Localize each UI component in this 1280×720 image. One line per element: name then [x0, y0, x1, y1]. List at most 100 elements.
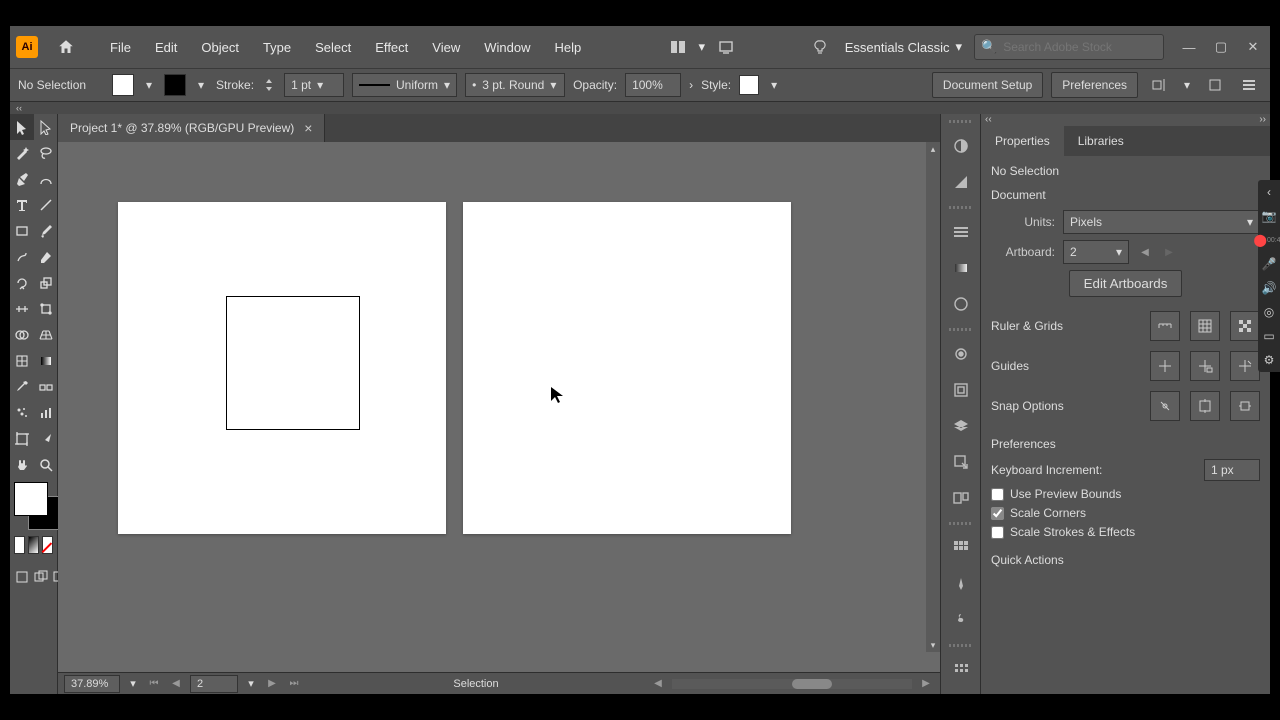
close-tab-icon[interactable]: × — [304, 120, 312, 136]
transparency-panel-icon[interactable] — [947, 290, 975, 318]
prev-artboard-icon[interactable]: ◀ — [168, 676, 184, 692]
units-select[interactable]: Pixels▾ — [1063, 210, 1260, 234]
appearance-panel-icon[interactable] — [947, 340, 975, 368]
collapse-control-bar[interactable]: ‹‹ — [10, 102, 1270, 114]
horizontal-scrollbar[interactable] — [672, 679, 912, 689]
list-icon[interactable] — [1236, 72, 1262, 98]
search-input[interactable] — [1003, 40, 1158, 54]
edit-artboards-button[interactable]: Edit Artboards — [1069, 270, 1183, 297]
lasso-tool[interactable] — [34, 140, 58, 166]
window-icon[interactable]: ▭ — [1258, 324, 1280, 348]
rectangle-shape[interactable] — [226, 296, 360, 430]
search-stock[interactable]: 🔍 — [974, 34, 1164, 60]
brushes-panel-icon[interactable] — [947, 570, 975, 598]
vertical-scrollbar[interactable]: ▴ ▾ — [926, 142, 940, 652]
ruler-toggle-icon[interactable] — [1150, 311, 1180, 341]
line-tool[interactable] — [34, 192, 58, 218]
grid-toggle-icon[interactable] — [1190, 311, 1220, 341]
artboard-nav-dropdown[interactable]: ▾ — [244, 673, 258, 695]
canvas[interactable]: ▴ ▾ — [58, 142, 940, 672]
document-tab[interactable]: Project 1* @ 37.89% (RGB/GPU Preview) × — [58, 114, 325, 142]
draw-normal-icon[interactable] — [14, 564, 30, 590]
curvature-tool[interactable] — [34, 166, 58, 192]
artboard-tool[interactable] — [10, 426, 34, 452]
align-to-icon[interactable] — [1146, 72, 1172, 98]
preferences-button[interactable]: Preferences — [1051, 72, 1138, 98]
gpu-preview-icon[interactable] — [713, 34, 739, 60]
hand-tool[interactable] — [10, 452, 34, 478]
snap-pixel-icon[interactable] — [1230, 391, 1260, 421]
target-icon[interactable]: ◎ — [1258, 300, 1280, 324]
transparency-grid-icon[interactable] — [1230, 311, 1260, 341]
width-tool[interactable] — [10, 296, 34, 322]
stroke-stepper[interactable] — [262, 74, 276, 96]
panel-collapse-left-icon[interactable]: ‹‹ — [985, 114, 992, 126]
type-tool[interactable] — [10, 192, 34, 218]
zoom-dropdown[interactable]: ▾ — [126, 673, 140, 695]
eyedropper-tool[interactable] — [10, 374, 34, 400]
graphic-styles-panel-icon[interactable] — [947, 376, 975, 404]
direct-selection-tool[interactable] — [34, 114, 58, 140]
close-button[interactable]: ✕ — [1242, 36, 1264, 58]
home-button[interactable] — [50, 35, 82, 59]
blend-tool[interactable] — [34, 374, 58, 400]
menu-effect[interactable]: Effect — [365, 36, 418, 59]
menu-select[interactable]: Select — [305, 36, 361, 59]
none-mode-icon[interactable] — [42, 536, 53, 554]
column-graph-tool[interactable] — [34, 400, 58, 426]
style-dropdown[interactable]: ▾ — [767, 74, 781, 96]
first-artboard-icon[interactable]: ⏮ — [146, 676, 162, 692]
swatches-panel-icon[interactable] — [947, 534, 975, 562]
color-guide-panel-icon[interactable] — [947, 168, 975, 196]
menu-type[interactable]: Type — [253, 36, 301, 59]
lock-guides-icon[interactable] — [1190, 351, 1220, 381]
asset-export-panel-icon[interactable] — [947, 448, 975, 476]
fill-color-swatch[interactable] — [14, 482, 48, 516]
color-panel-icon[interactable] — [947, 132, 975, 160]
hscroll-left-icon[interactable]: ◀ — [650, 676, 666, 692]
transform-icon[interactable] — [1202, 72, 1228, 98]
opacity-field[interactable]: 100% — [625, 73, 681, 97]
panel-collapse-right-icon[interactable]: ›› — [1259, 114, 1266, 126]
minimize-button[interactable]: — — [1178, 36, 1200, 58]
fill-stroke-swatches[interactable] — [10, 478, 57, 534]
show-guides-icon[interactable] — [1150, 351, 1180, 381]
fill-swatch[interactable] — [112, 74, 134, 96]
prev-artboard-button[interactable]: ◀ — [1137, 244, 1153, 260]
style-swatch[interactable] — [739, 75, 759, 95]
arrange-documents-dropdown[interactable]: ▾ — [695, 36, 709, 58]
symbols-panel-icon[interactable] — [947, 606, 975, 634]
menu-object[interactable]: Object — [191, 36, 249, 59]
artboard-nav-field[interactable]: 2 — [190, 675, 238, 693]
menu-window[interactable]: Window — [474, 36, 540, 59]
tab-properties[interactable]: Properties — [981, 126, 1064, 156]
shaper-tool[interactable] — [10, 244, 34, 270]
audio-icon[interactable]: 🔊 — [1258, 276, 1280, 300]
stroke-swatch[interactable] — [164, 74, 186, 96]
draw-behind-icon[interactable] — [33, 564, 49, 590]
selection-tool[interactable] — [10, 114, 34, 140]
shape-builder-tool[interactable] — [10, 322, 34, 348]
maximize-button[interactable]: ▢ — [1210, 36, 1232, 58]
menu-file[interactable]: File — [100, 36, 141, 59]
scroll-down-icon[interactable]: ▾ — [926, 638, 940, 652]
smart-guides-icon[interactable] — [1230, 351, 1260, 381]
stroke-profile-field[interactable]: Uniform▾ — [352, 73, 457, 97]
mesh-tool[interactable] — [10, 348, 34, 374]
stroke-weight-field[interactable]: 1 pt▾ — [284, 73, 344, 97]
mic-icon[interactable]: 🎤 — [1258, 252, 1280, 276]
opacity-more-icon[interactable]: › — [689, 78, 693, 92]
snap-point-icon[interactable] — [1150, 391, 1180, 421]
perspective-grid-tool[interactable] — [34, 322, 58, 348]
gradient-tool[interactable] — [34, 348, 58, 374]
color-mode-icon[interactable] — [14, 536, 25, 554]
brush-field[interactable]: •3 pt. Round▾ — [465, 73, 565, 97]
free-transform-tool[interactable] — [34, 296, 58, 322]
align-panel-icon[interactable] — [947, 656, 975, 684]
zoom-tool[interactable] — [34, 452, 58, 478]
next-artboard-icon[interactable]: ▶ — [264, 676, 280, 692]
stroke-panel-icon[interactable] — [947, 218, 975, 246]
gradient-mode-icon[interactable] — [28, 536, 39, 554]
fill-dropdown[interactable]: ▾ — [142, 74, 156, 96]
hscroll-right-icon[interactable]: ▶ — [918, 676, 934, 692]
